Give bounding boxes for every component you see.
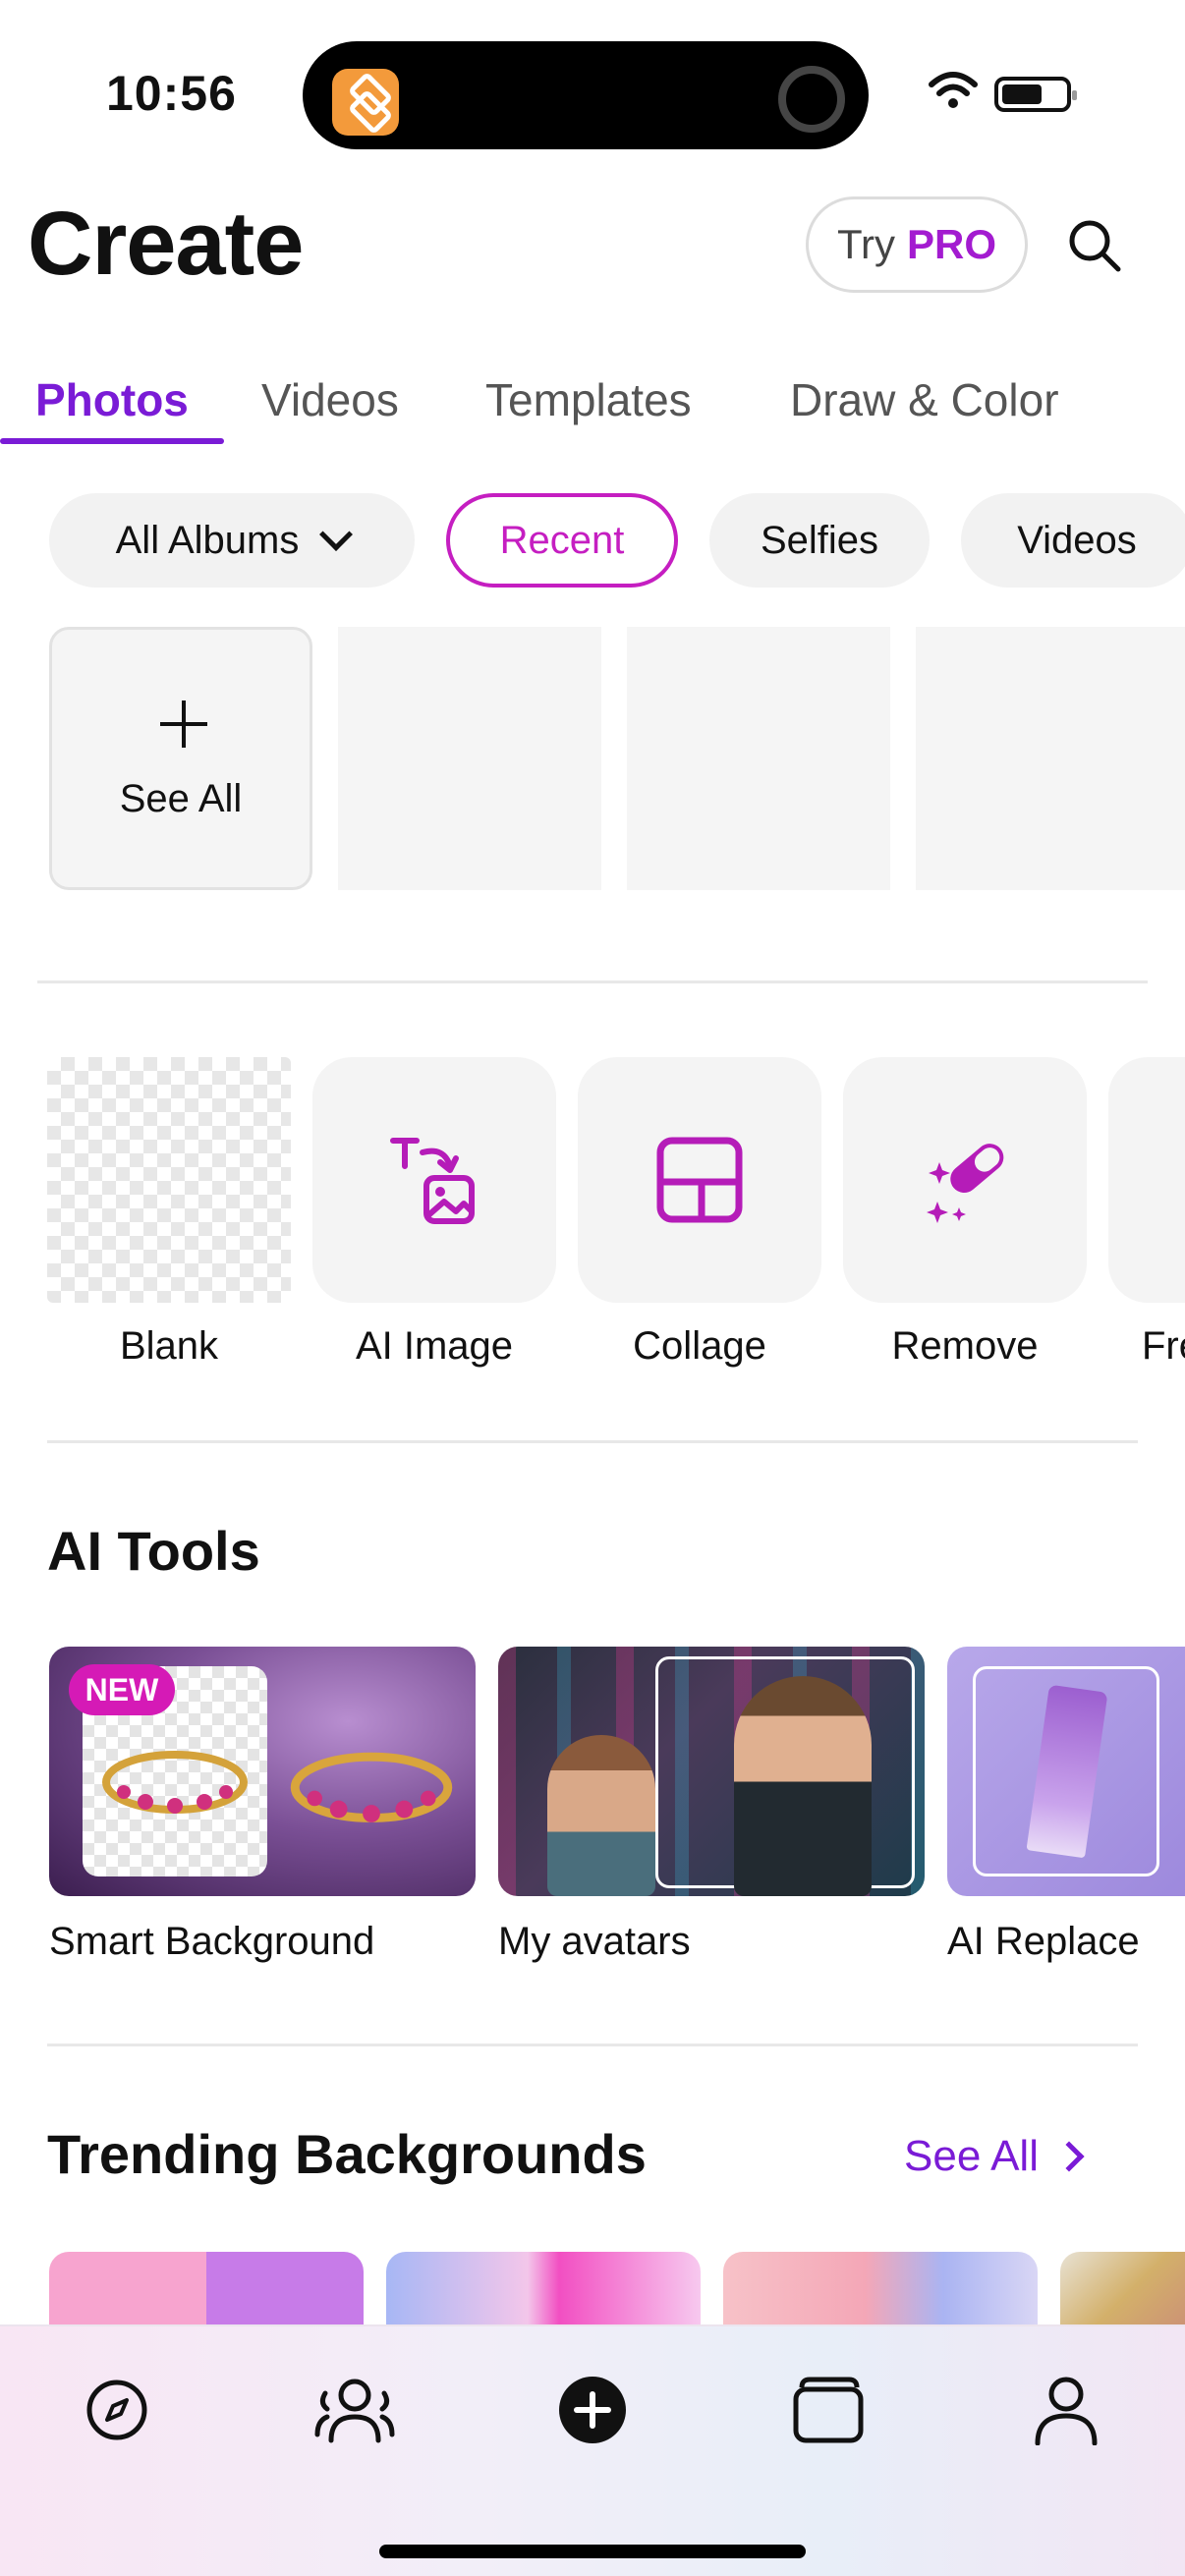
tab-create[interactable] bbox=[548, 2366, 637, 2454]
new-badge: NEW bbox=[69, 1664, 175, 1715]
tool-ai-image[interactable]: AI Image bbox=[312, 1057, 556, 1369]
tool-blank[interactable]: Blank bbox=[47, 1057, 291, 1369]
tool-label: Remove bbox=[891, 1324, 1039, 1368]
pro-label: PRO bbox=[907, 221, 997, 267]
wifi-icon bbox=[929, 72, 978, 108]
tool-remove[interactable]: Remove bbox=[843, 1057, 1087, 1369]
text-to-image-icon bbox=[390, 1138, 475, 1224]
photo-thumbnail[interactable] bbox=[627, 627, 890, 890]
home-indicator bbox=[379, 2545, 806, 2558]
ring-image bbox=[102, 1751, 248, 1814]
chip-recent[interactable]: Recent bbox=[446, 493, 678, 588]
plus-icon bbox=[160, 700, 207, 748]
activity-ring-icon bbox=[778, 66, 845, 133]
tab-community[interactable] bbox=[310, 2366, 399, 2454]
chip-label: Selfies bbox=[760, 518, 879, 562]
photo-thumbnail[interactable] bbox=[338, 627, 601, 890]
avatar-person bbox=[547, 1735, 655, 1896]
album-filter-chips: All Albums Recent Selfies Videos bbox=[0, 493, 1185, 588]
battery-icon bbox=[994, 77, 1077, 112]
page-title: Create bbox=[28, 194, 304, 294]
ai-replace-card[interactable] bbox=[947, 1647, 1185, 1896]
tab-photos[interactable]: Photos bbox=[35, 373, 189, 426]
status-bar: 10:56 bbox=[0, 0, 1185, 187]
see-all-backgrounds-link[interactable]: See All bbox=[904, 2132, 1085, 2181]
section-divider bbox=[47, 2044, 1138, 2046]
photo-thumbnail[interactable] bbox=[916, 627, 1185, 890]
active-tab-indicator bbox=[0, 438, 224, 444]
tab-discover[interactable] bbox=[73, 2366, 161, 2454]
all-albums-dropdown[interactable]: All Albums bbox=[49, 493, 415, 588]
see-all-photos-button[interactable]: See All bbox=[49, 627, 312, 890]
see-all-label: See All bbox=[904, 2132, 1039, 2180]
bottom-tab-bar bbox=[0, 2324, 1185, 2576]
tool-label: Collage bbox=[633, 1324, 766, 1368]
tab-templates[interactable]: Templates bbox=[485, 373, 692, 426]
try-pro-button[interactable]: Try PRO bbox=[806, 196, 1028, 293]
section-divider bbox=[47, 1440, 1138, 1443]
ai-card-label: AI Replace bbox=[947, 1920, 1140, 1963]
dynamic-island bbox=[303, 41, 869, 149]
section-divider bbox=[37, 980, 1148, 983]
tool-label: AI Image bbox=[355, 1324, 514, 1368]
my-avatars-card[interactable] bbox=[498, 1647, 925, 1896]
chip-label: Videos bbox=[1017, 518, 1137, 562]
try-label: Try bbox=[836, 221, 896, 267]
ring-image bbox=[290, 1752, 453, 1822]
transparent-canvas-icon bbox=[47, 1057, 291, 1303]
tool-partial[interactable]: Fre bbox=[1108, 1057, 1185, 1369]
chevron-right-icon bbox=[1053, 2141, 1085, 2172]
tab-draw-color[interactable]: Draw & Color bbox=[790, 373, 1059, 426]
ai-card-label: My avatars bbox=[498, 1920, 691, 1963]
chip-videos[interactable]: Videos bbox=[961, 493, 1185, 588]
ai-tools-title: AI Tools bbox=[47, 1520, 260, 1582]
status-time: 10:56 bbox=[106, 66, 237, 121]
tab-videos[interactable]: Videos bbox=[261, 373, 399, 426]
compass-icon bbox=[86, 2380, 147, 2440]
people-icon bbox=[314, 2379, 395, 2443]
chevron-down-icon bbox=[319, 518, 354, 551]
chip-label: Recent bbox=[499, 518, 625, 562]
avatar-person bbox=[734, 1676, 872, 1896]
tab-projects[interactable] bbox=[784, 2366, 873, 2454]
tab-profile[interactable] bbox=[1022, 2366, 1110, 2454]
collage-layout-icon bbox=[656, 1137, 743, 1223]
folders-icon bbox=[793, 2377, 864, 2443]
see-all-label: See All bbox=[119, 777, 243, 820]
plus-circle-icon bbox=[559, 2377, 626, 2443]
eraser-sparkle-icon bbox=[927, 1144, 1004, 1223]
tool-collage[interactable]: Collage bbox=[578, 1057, 821, 1369]
person-icon bbox=[1035, 2377, 1098, 2445]
chip-label: All Albums bbox=[115, 518, 300, 562]
content-tabs: Photos Videos Templates Draw & Color bbox=[0, 364, 1185, 444]
search-icon[interactable] bbox=[1063, 214, 1126, 277]
trending-backgrounds-title: Trending Backgrounds bbox=[47, 2123, 647, 2185]
tool-label: Blank bbox=[119, 1324, 219, 1368]
ai-card-label: Smart Background bbox=[49, 1920, 375, 1963]
chip-selfies[interactable]: Selfies bbox=[709, 493, 930, 588]
tool-label: Fre bbox=[1142, 1324, 1185, 1368]
shortcuts-app-icon bbox=[332, 69, 399, 136]
smart-background-card[interactable]: NEW bbox=[49, 1647, 476, 1896]
